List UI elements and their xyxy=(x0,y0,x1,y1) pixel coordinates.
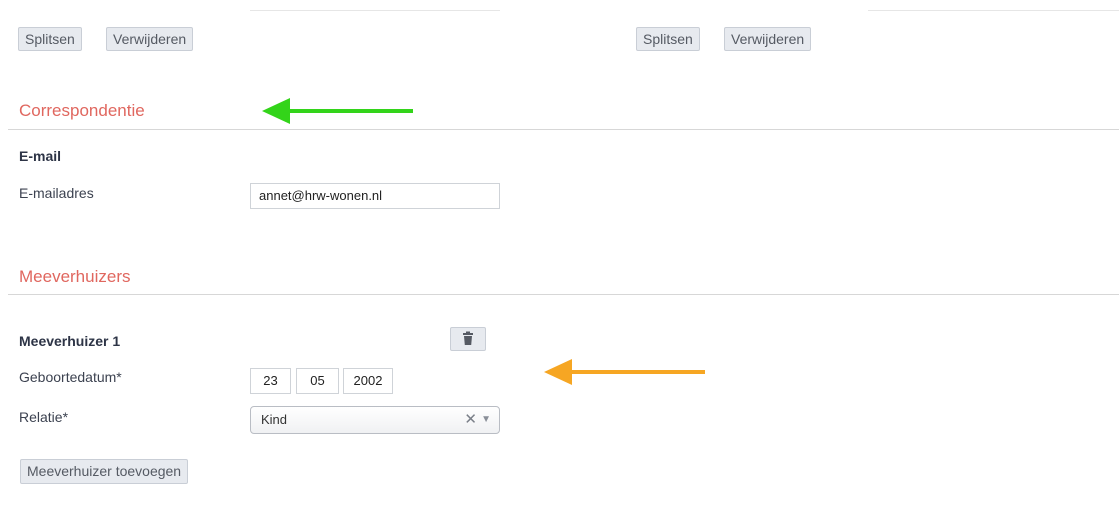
section-divider-correspondence xyxy=(8,129,1119,130)
mover-item-title: Meeverhuizer 1 xyxy=(19,333,121,349)
relation-selected-value: Kind xyxy=(261,412,288,427)
add-mover-button[interactable]: Meeverhuizer toevoegen xyxy=(20,459,189,484)
section-title-movers: Meeverhuizers xyxy=(19,267,131,286)
top-divider-left xyxy=(250,10,500,11)
top-divider-right xyxy=(868,10,1119,11)
relation-select[interactable]: Kind ✕ ▼ xyxy=(250,406,500,434)
split-button-left[interactable]: Splitsen xyxy=(18,27,82,51)
email-label: E-mailadres xyxy=(19,185,94,201)
section-title-correspondence: Correspondentie xyxy=(19,101,145,120)
delete-mover-button[interactable] xyxy=(450,327,486,351)
birthdate-label: Geboortedatum* xyxy=(19,369,122,385)
email-heading: E-mail xyxy=(19,148,62,164)
green-arrow-icon xyxy=(262,98,413,124)
split-button-right[interactable]: Splitsen xyxy=(636,27,700,51)
birthdate-month-field[interactable]: 05 xyxy=(296,368,339,394)
chevron-down-icon[interactable]: ▼ xyxy=(481,407,491,433)
section-divider-movers xyxy=(8,294,1119,295)
birthdate-year-field[interactable]: 2002 xyxy=(343,368,393,394)
delete-button-left[interactable]: Verwijderen xyxy=(106,27,194,51)
orange-arrow-icon xyxy=(544,359,705,385)
trash-icon xyxy=(463,331,473,345)
email-field[interactable]: annet@hrw-wonen.nl xyxy=(250,183,500,209)
close-icon[interactable]: ✕ xyxy=(464,407,477,433)
delete-button-right[interactable]: Verwijderen xyxy=(724,27,812,51)
relation-label: Relatie* xyxy=(19,409,69,425)
birthdate-day-field[interactable]: 23 xyxy=(250,368,291,394)
